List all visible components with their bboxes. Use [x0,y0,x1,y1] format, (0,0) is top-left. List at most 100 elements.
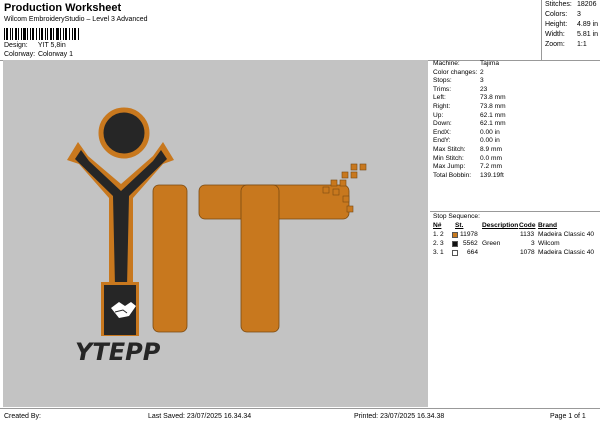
color-swatch [452,249,458,256]
spec-value: 8.9 mm [480,145,502,153]
stat-value: 3 [577,11,581,18]
row-code: 1078 [520,249,535,256]
software-subtitle: Wilcom EmbroideryStudio – Level 3 Advanc… [4,16,148,23]
letter-t [198,184,350,333]
colorway-label: Colorway: [4,51,36,58]
spec-label: Down: [433,120,452,128]
spec-label: Right: [433,102,451,110]
page-number: Page 1 of 1 [550,413,586,420]
spec-label: Color changes: [433,68,478,76]
spec-down: Down: 62.1 mm [430,120,600,129]
spec-endx: EndX: 0.00 in [430,129,600,138]
spec-trims: Trims: 23 [430,86,600,95]
design-row: Design: YIT 5,8in [4,42,66,49]
row-code: 1133 [520,231,535,238]
stop-sequence: Stop Sequence: N# St. Description Code B… [430,211,600,257]
design-stats: Stitches: 18206 Colors: 3 Height: 4.89 in W… [541,0,600,60]
spec-value: 62.1 mm [480,111,506,119]
spec-label: Max Jump: [433,163,466,171]
stat-label: Height: [545,21,568,28]
page-title: Production Worksheet [4,2,122,14]
color-swatch [452,240,458,247]
row-thread-number: 11978 [460,231,478,238]
printed-date: Printed: 23/07/2025 16.34.38 [354,413,445,420]
spec-machine: Machine: Tajima [430,60,600,69]
stat-label: Width: [545,31,565,38]
row-thread-number: 664 [467,249,479,256]
col-stop: St. [455,222,464,229]
machine-specs: Machine: Tajima Color changes: 2 Stops: 3 T… [430,60,600,210]
row-number: 2. [433,240,439,247]
spec-min-stitch: Min Stitch: 0.0 mm [430,155,600,164]
spec-right: Right: 73.8 mm [430,103,600,112]
spec-value: 0.00 in [480,128,500,136]
row-brand: Madeira Classic 40 [538,231,595,238]
last-saved: Last Saved: 23/07/2025 16.34.34 [148,413,252,420]
spec-value: 73.8 mm [480,94,506,102]
stat-label: Zoom: [545,41,565,48]
stop-sequence-title: Stop Sequence: [433,213,480,220]
spec-label: EndX: [433,128,451,136]
spec-value: 2 [480,68,484,76]
spec-value: 73.8 mm [480,102,506,110]
stat-label: Stitches: [545,1,572,8]
spec-label: Left: [433,94,446,102]
row-stop: 2 [440,231,444,238]
spec-max-jump: Max Jump: 7.2 mm [430,163,600,172]
logo-text: YTEPP [75,338,161,366]
row-code: 3 [531,240,535,247]
stat-width: Width: 5.81 in [542,30,600,40]
spec-label: Trims: [433,85,452,93]
row-brand: Wilcom [538,240,560,247]
worksheet-footer: Created By: Last Saved: 23/07/2025 16.34… [0,408,600,424]
row-stop: 3 [440,240,444,247]
spec-label: Min Stitch: [433,154,464,162]
stat-label: Colors: [545,11,568,18]
spec-label: Stops: [433,77,452,85]
spec-label: Up: [433,111,444,119]
design-label: Design: [4,42,28,49]
embroidery-logo: YTEPP [67,107,367,366]
col-brand: Brand [538,222,558,229]
stat-value: 1:1 [577,41,587,48]
stat-zoom: Zoom: 1:1 [542,40,600,50]
spec-total-bobbin: Total Bobbin: 139.19ft [430,172,600,181]
stat-value: 5.81 in [577,31,599,38]
row-number: 1. [433,231,439,238]
spec-label: Max Stitch: [433,145,466,153]
spec-value: 0.00 in [480,137,500,145]
spec-value: 23 [480,85,488,93]
stop-row: 2. 3 5562 Green 3 Wilcom [430,239,600,248]
spec-value: Tajima [480,60,500,67]
spec-color-changes: Color changes: 2 [430,69,600,78]
colorway-value: Colorway 1 [37,51,73,58]
row-thread-number: 5562 [463,240,478,247]
spec-endy: EndY: 0.00 in [430,137,600,146]
letter-i [152,184,188,333]
stat-colors: Colors: 3 [542,10,600,20]
spec-label: Machine: [433,60,460,67]
row-description: Green [482,240,501,247]
stop-row: 3. 1 664 1078 Madeira Classic 40 [430,248,600,257]
design-value: YIT 5,8in [37,42,66,49]
created-by: Created By: [4,413,41,420]
colorway-row: Colorway: Colorway 1 [4,51,73,58]
color-swatch [452,231,458,238]
worksheet-header: Production Worksheet Wilcom EmbroiderySt… [0,0,541,60]
spec-label: EndY: [433,137,451,145]
barcode [4,28,79,40]
stop-row: 1. 2 11978 1133 Madeira Classic 40 [430,230,600,239]
col-description: Description [482,222,519,229]
spec-max-stitch: Max Stitch: 8.9 mm [430,146,600,155]
row-number: 3. [433,249,439,256]
stop-sequence-header: N# St. Description Code Brand [430,221,600,230]
row-brand: Madeira Classic 40 [538,249,595,256]
spec-up: Up: 62.1 mm [430,112,600,121]
col-code: Code [519,222,536,229]
stat-value: 18206 [577,1,597,8]
col-number: N# [433,222,442,229]
row-stop: 1 [440,249,444,256]
stat-height: Height: 4.89 in [542,20,600,30]
spec-value: 62.1 mm [480,120,506,128]
stat-value: 4.89 in [577,21,599,28]
